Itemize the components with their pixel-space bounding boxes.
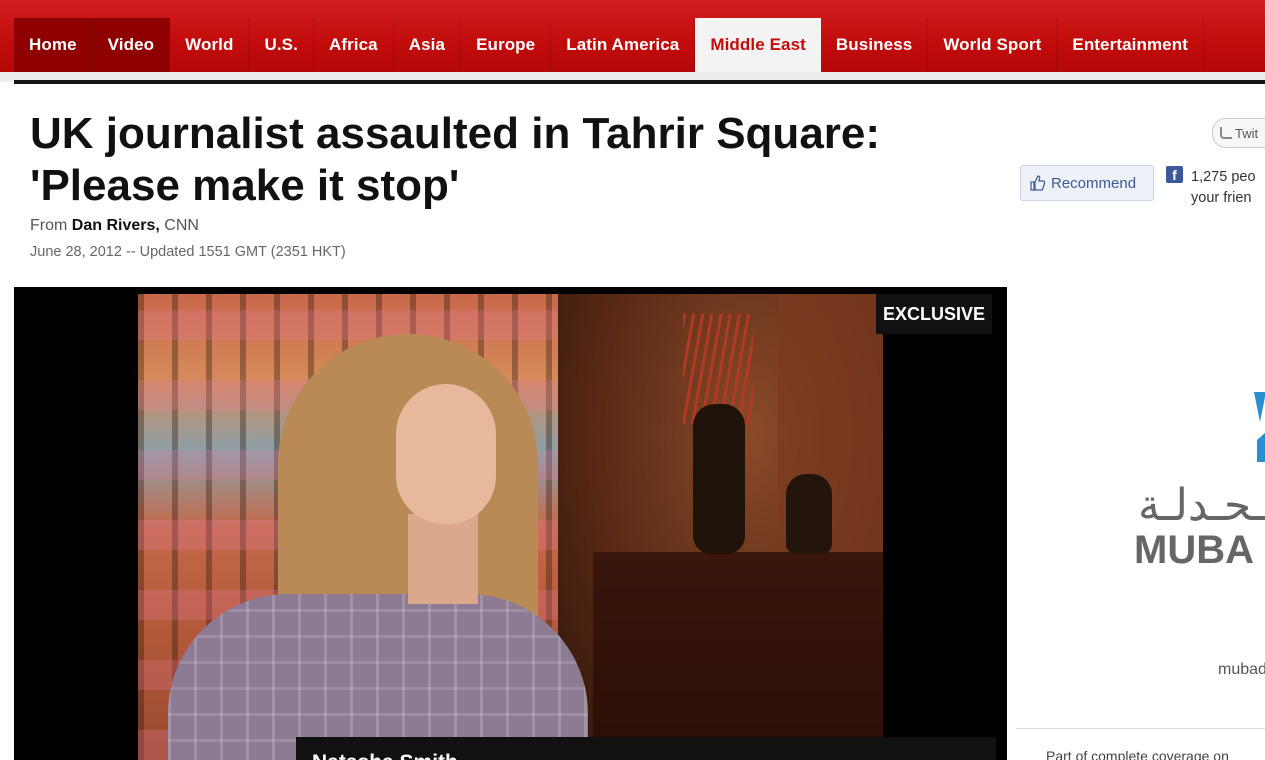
nav-item-entertainment[interactable]: Entertainment — [1057, 18, 1204, 72]
interviewee-shirt — [168, 594, 588, 760]
facebook-icon: f — [1166, 166, 1183, 183]
author-name[interactable]: Dan Rivers, — [72, 217, 160, 234]
nav-menu: Home Video World U.S. Africa Asia Europe… — [14, 18, 1204, 72]
nav-item-world-sport[interactable]: World Sport — [928, 18, 1058, 72]
exclusive-badge: EXCLUSIVE — [876, 294, 992, 334]
article-byline: From Dan Rivers, CNN — [30, 217, 199, 235]
nav-item-world[interactable]: World — [170, 18, 250, 72]
recommend-label: Recommend — [1051, 174, 1137, 192]
twitter-icon — [1220, 127, 1232, 139]
lower-third-name: Natasha Smith — [312, 751, 458, 760]
headline-line-2: 'Please make it stop' — [30, 161, 460, 210]
nav-item-home[interactable]: Home — [14, 18, 93, 72]
nav-item-europe[interactable]: Europe — [461, 18, 552, 72]
byline-prefix: From — [30, 217, 68, 234]
sidebar-divider — [1016, 728, 1265, 729]
recommend-button[interactable]: Recommend — [1020, 165, 1154, 201]
facebook-social-text: 1,275 peo your frien — [1191, 167, 1256, 209]
interviewee-neck — [408, 514, 478, 604]
tweet-button[interactable]: Twit — [1212, 118, 1265, 148]
nav-item-latin-america[interactable]: Latin America — [551, 18, 696, 72]
article-headline: UK journalist assaulted in Tahrir Square… — [30, 108, 990, 212]
fb-count-line: 1,275 peo — [1191, 169, 1256, 185]
fb-friends-line: your frien — [1191, 190, 1252, 206]
thumbs-up-icon — [1029, 174, 1047, 192]
ad-arabic-wordmark[interactable]: ـحـدلـة — [1138, 480, 1265, 531]
content-top-rule — [14, 80, 1265, 84]
ad-url[interactable]: mubad — [1218, 661, 1265, 679]
coverage-heading: Part of complete coverage on — [1046, 748, 1229, 760]
nav-item-us[interactable]: U.S. — [249, 18, 314, 72]
byline-source: CNN — [164, 217, 199, 234]
article-dateline: June 28, 2012 -- Updated 1551 GMT (2351 … — [30, 244, 346, 260]
tweet-label: Twit — [1235, 125, 1259, 141]
interviewee-face — [396, 384, 496, 524]
nav-item-video[interactable]: Video — [92, 18, 171, 72]
nav-item-middle-east[interactable]: Middle East — [695, 18, 821, 72]
headline-line-1: UK journalist assaulted in Tahrir Square… — [30, 109, 881, 158]
small-vase — [786, 474, 832, 554]
video-frame — [138, 294, 883, 760]
vase — [693, 404, 745, 554]
lower-third-caption: Natasha Smith — [296, 737, 996, 760]
video-player[interactable]: EXCLUSIVE Natasha Smith — [14, 287, 1007, 760]
ad-latin-wordmark[interactable]: MUBA — [1134, 528, 1254, 573]
nav-item-business[interactable]: Business — [821, 18, 929, 72]
ad-logo-mark — [1254, 392, 1265, 462]
background-table — [593, 552, 883, 760]
nav-item-africa[interactable]: Africa — [314, 18, 394, 72]
nav-item-asia[interactable]: Asia — [394, 18, 462, 72]
